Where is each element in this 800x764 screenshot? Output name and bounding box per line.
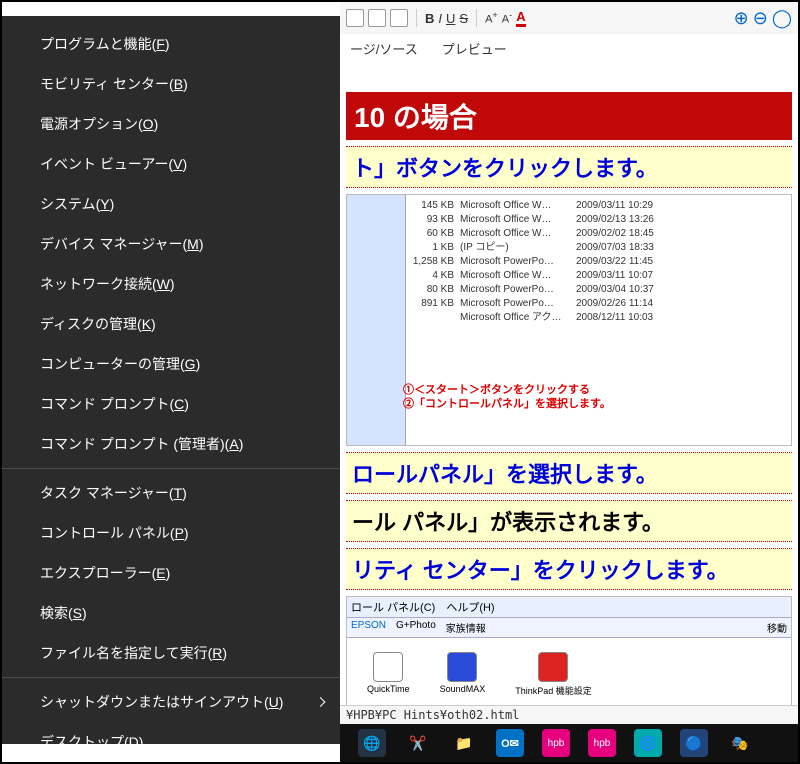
winx-menu-item[interactable]: コマンド プロンプト (管理者)(A) xyxy=(2,424,340,464)
winx-menu-item[interactable]: コントロール パネル(P) xyxy=(2,513,340,553)
embedded-screenshot: ロール パネル(C) ヘルプ(H) EPSONG+Photo家族情報移動 Qui… xyxy=(346,596,792,718)
winx-menu-item[interactable]: 検索(S) xyxy=(2,593,340,633)
strike-button[interactable]: S xyxy=(459,11,468,26)
winx-menu-item[interactable]: システム(Y) xyxy=(2,184,340,224)
font-increase-icon[interactable]: A+ xyxy=(485,10,498,26)
winx-menu-item[interactable]: シャットダウンまたはサインアウト(U) xyxy=(2,682,340,722)
taskbar-app-icon[interactable]: 🔵 xyxy=(680,729,708,757)
winx-menu-item[interactable]: コマンド プロンプト(C) xyxy=(2,384,340,424)
winx-menu-item[interactable]: エクスプローラー(E) xyxy=(2,553,340,593)
winx-menu-item[interactable]: タスク マネージャー(T) xyxy=(2,473,340,513)
taskbar-app-icon[interactable]: 🌀 xyxy=(634,729,662,757)
winx-menu-item[interactable]: モビリティ センター(B) xyxy=(2,64,340,104)
winx-power-menu: プログラムと機能(F)モビリティ センター(B)電源オプション(O)イベント ビ… xyxy=(2,16,340,744)
winx-menu-item[interactable]: プログラムと機能(F) xyxy=(2,24,340,64)
winx-menu-item[interactable]: 電源オプション(O) xyxy=(2,104,340,144)
embedded-screenshot: 145 KBMicrosoft Office W…2009/03/11 10:2… xyxy=(346,194,792,446)
tab-preview[interactable]: プレビュー xyxy=(442,39,507,58)
windows-taskbar: 🌐 ✂️ 📁 O✉ hpb hpb 🌀 🔵 🎭 xyxy=(340,724,798,762)
editor-tabbar: ージ/ソース プレビュー xyxy=(340,34,798,63)
font-decrease-icon[interactable]: A- xyxy=(502,10,512,26)
underline-button[interactable]: U xyxy=(446,11,455,26)
zoom-out-icon[interactable]: ⊖ xyxy=(753,8,768,29)
taskbar-app-icon[interactable]: hpb xyxy=(542,729,570,757)
italic-button[interactable]: I xyxy=(438,11,442,26)
taskbar-app-icon[interactable]: O✉ xyxy=(496,729,524,757)
step-text: ール パネル」が表示されます。 xyxy=(346,500,792,542)
taskbar-app-icon[interactable]: hpb xyxy=(588,729,616,757)
tab-page-source[interactable]: ージ/ソース xyxy=(350,39,418,58)
section-banner: 10 の場合 xyxy=(346,92,792,140)
zoom-in-icon[interactable]: ⊕ xyxy=(734,8,749,29)
winx-menu-item[interactable]: デスクトップ(D) xyxy=(2,722,340,762)
winx-menu-item[interactable]: デバイス マネージャー(M) xyxy=(2,224,340,264)
step-text: ロールパネル」を選択します。 xyxy=(346,452,792,494)
taskbar-app-icon[interactable]: 📁 xyxy=(450,729,478,757)
winx-menu-item[interactable]: イベント ビューアー(V) xyxy=(2,144,340,184)
winx-menu-item[interactable]: コンピューターの管理(G) xyxy=(2,344,340,384)
winx-menu-item[interactable]: ネットワーク接続(W) xyxy=(2,264,340,304)
taskbar-app-icon[interactable]: 🎭 xyxy=(726,729,754,757)
step-text: ト」ボタンをクリックします。 xyxy=(346,146,792,188)
status-bar: ¥HPB¥PC Hints¥oth02.html xyxy=(340,705,798,724)
zoom-reset-icon[interactable]: ◯ xyxy=(772,8,792,29)
document-area: 10 の場合 ト」ボタンをクリックします。 145 KBMicrosoft Of… xyxy=(340,62,798,736)
tool-icon[interactable] xyxy=(368,9,386,27)
tool-icon[interactable] xyxy=(390,9,408,27)
taskbar-app-icon[interactable]: 🌐 xyxy=(358,729,386,757)
bold-button[interactable]: B xyxy=(425,11,434,26)
taskbar-app-icon[interactable]: ✂️ xyxy=(404,729,432,757)
font-color-icon[interactable]: A xyxy=(516,9,525,27)
winx-menu-item[interactable]: ディスクの管理(K) xyxy=(2,304,340,344)
tool-icon[interactable] xyxy=(346,9,364,27)
callout-text: ②「コントロールパネル」を選択します。 xyxy=(403,395,611,411)
winx-menu-item[interactable]: ファイル名を指定して実行(R) xyxy=(2,633,340,673)
editor-toolbar: B I U S A+ A- A ⊕ ⊖ ◯ xyxy=(340,2,798,35)
step-text: リティ センター」をクリックします。 xyxy=(346,548,792,590)
